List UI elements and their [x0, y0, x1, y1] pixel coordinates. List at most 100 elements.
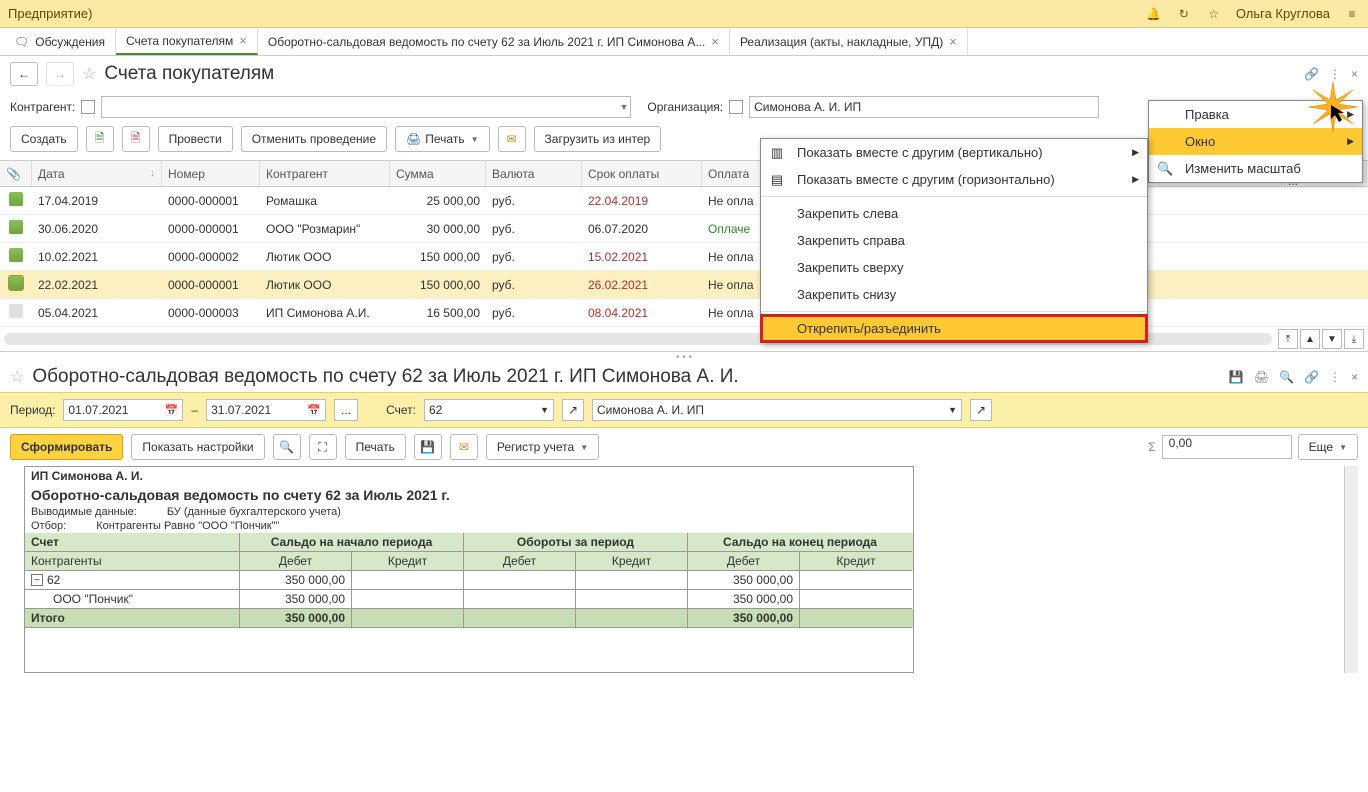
tab-osv[interactable]: Оборотно-сальдовая ведомость по счету 62… — [258, 29, 730, 55]
print-button[interactable]: 🖨 Печать ▼ — [395, 126, 489, 152]
organization-combo[interactable]: Симонова А. И. ИП — [749, 96, 1099, 118]
print-report-button[interactable]: Печать — [345, 434, 406, 460]
menu-dock-top[interactable]: Закрепить сверху — [761, 254, 1147, 281]
org-input[interactable]: Симонова А. И. ИП ▼ — [592, 399, 962, 421]
organization-checkbox[interactable] — [729, 100, 743, 114]
col-counterparty[interactable]: Контрагент — [260, 161, 390, 186]
counterparty-checkbox[interactable] — [81, 100, 95, 114]
save-icon[interactable]: 💾 — [1229, 370, 1244, 384]
calendar-icon[interactable]: 📅 — [165, 404, 179, 417]
report-row-ponchik[interactable]: ООО "Пончик" 350 000,00 350 000,00 — [25, 590, 913, 609]
close-icon[interactable]: × — [1351, 67, 1358, 81]
period-to-input[interactable]: 31.07.2021 📅 — [206, 399, 326, 421]
table-row[interactable]: 30.06.20200000-000001ООО "Розмарин"30 00… — [0, 215, 1368, 243]
menu-dock-right[interactable]: Закрепить справа — [761, 227, 1147, 254]
menu-zoom[interactable]: 🔍Изменить масштаб — [1149, 155, 1362, 182]
grid-nav-first[interactable]: ⤒ — [1278, 329, 1298, 349]
unpost-button[interactable]: Отменить проведение — [241, 126, 387, 152]
col-date[interactable]: Дата↓ — [32, 161, 162, 186]
menu-undock[interactable]: Открепить/разъединить — [761, 315, 1147, 342]
tab-discussions[interactable]: 🗨 Обсуждения — [4, 29, 116, 55]
close-icon[interactable]: × — [711, 34, 719, 49]
period-picker-button[interactable]: ... — [334, 399, 358, 421]
bell-icon[interactable]: 🔔 — [1146, 6, 1162, 22]
copy-button[interactable]: 🗎 — [86, 126, 114, 152]
print-icon[interactable]: 🖨 — [1254, 370, 1269, 384]
delete-button[interactable]: 🗎 — [122, 126, 150, 152]
link-icon[interactable]: 🔗 — [1304, 67, 1319, 81]
menu-show-vertical[interactable]: ▥Показать вместе с другим (вертикально)▶ — [761, 139, 1147, 166]
document-status-icon — [9, 248, 23, 262]
chevron-right-icon: ▶ — [1347, 136, 1354, 147]
vertical-scrollbar[interactable] — [1344, 466, 1358, 673]
menu-show-horizontal[interactable]: ▤Показать вместе с другим (горизонтально… — [761, 166, 1147, 193]
organization-value: Симонова А. И. ИП — [754, 100, 861, 114]
more-vertical-icon[interactable]: ⋮ — [1329, 370, 1341, 384]
report-heading: Оборотно-сальдовая ведомость по счету 62… — [25, 485, 913, 505]
app-title-fragment: Предприятие) — [8, 6, 92, 21]
col-number[interactable]: Номер — [162, 161, 260, 186]
counterparty-label: Контрагент: — [10, 100, 75, 114]
register-button[interactable]: Регистр учета▼ — [486, 434, 599, 460]
search-icon: 🔍 — [279, 440, 294, 454]
post-button[interactable]: Провести — [158, 126, 233, 152]
menu-window[interactable]: Окно▶ — [1149, 128, 1362, 155]
more-vertical-icon[interactable]: ⋮ — [1329, 67, 1341, 81]
col-due[interactable]: Срок оплаты — [582, 161, 702, 186]
org-open-button[interactable]: ↗ — [970, 399, 992, 421]
close-icon[interactable]: × — [1351, 370, 1358, 384]
tab-invoices[interactable]: Счета покупателям × — [116, 29, 258, 55]
panel-splitter[interactable]: • • • — [0, 352, 1368, 362]
close-icon[interactable]: × — [949, 34, 957, 49]
col-sum[interactable]: Сумма — [390, 161, 486, 186]
organization-label: Организация: — [647, 100, 723, 114]
load-button[interactable]: Загрузить из интер — [534, 126, 662, 152]
period-from-input[interactable]: 01.07.2021 📅 — [63, 399, 183, 421]
close-icon[interactable]: × — [239, 33, 247, 48]
more-button[interactable]: Еще▼ — [1298, 434, 1358, 460]
menu-dock-bottom[interactable]: Закрепить снизу — [761, 281, 1147, 308]
calendar-icon[interactable]: 📅 — [307, 404, 321, 417]
forward-button[interactable]: → — [46, 62, 74, 86]
generate-button[interactable]: Сформировать — [10, 434, 123, 460]
find-button[interactable]: 🔍 — [273, 434, 301, 460]
tab-realization[interactable]: Реализация (акты, накладные, УПД) × — [730, 29, 968, 55]
back-button[interactable]: ← — [10, 62, 38, 86]
expand-button[interactable]: ⛶ — [309, 434, 337, 460]
chevron-down-icon: ▼ — [619, 102, 628, 112]
chevron-down-icon: ▼ — [1339, 443, 1347, 452]
table-row[interactable]: 17.04.20190000-000001Ромашка25 000,00руб… — [0, 187, 1368, 215]
table-row[interactable]: 05.04.20210000-000003ИП Симонова А.И.16 … — [0, 299, 1368, 327]
counterparty-combo[interactable]: ▼ — [101, 96, 631, 118]
favorite-star-icon[interactable]: ☆ — [82, 64, 96, 84]
col-currency[interactable]: Валюта — [486, 161, 582, 186]
copy-icon: 🗎 — [95, 129, 105, 150]
email-button[interactable]: ✉ — [498, 126, 526, 152]
grid-nav-down[interactable]: ▼ — [1322, 329, 1342, 349]
account-input[interactable]: 62 ▼ — [424, 399, 554, 421]
table-row[interactable]: 10.02.20210000-000002Лютик ООО150 000,00… — [0, 243, 1368, 271]
star-icon[interactable]: ☆ — [1206, 6, 1222, 22]
email-report-button[interactable]: ✉ — [450, 434, 478, 460]
menu-edit[interactable]: Правка▶ — [1149, 101, 1362, 128]
zoom-icon: 🔍 — [1157, 161, 1173, 177]
grid-nav-up[interactable]: ▲ — [1300, 329, 1320, 349]
account-open-button[interactable]: ↗ — [562, 399, 584, 421]
preview-icon[interactable]: 🔍 — [1279, 370, 1294, 384]
context-menu-window: ▥Показать вместе с другим (вертикально)▶… — [760, 138, 1148, 343]
user-name[interactable]: Ольга Круглова — [1236, 6, 1330, 21]
create-button[interactable]: Создать — [10, 126, 78, 152]
menu-lines-icon[interactable]: ≡ — [1344, 6, 1360, 22]
report-row-62[interactable]: −62 350 000,00 350 000,00 — [25, 571, 913, 590]
link-icon[interactable]: 🔗 — [1304, 370, 1319, 384]
save-report-button[interactable]: 💾 — [414, 434, 442, 460]
sigma-icon: Σ — [1148, 440, 1155, 454]
grid-nav-last[interactable]: ⤓ — [1344, 329, 1364, 349]
col-attachment[interactable]: 📎 — [0, 161, 32, 186]
favorite-star-icon[interactable]: ☆ — [10, 367, 24, 387]
collapse-icon[interactable]: − — [31, 574, 43, 586]
menu-dock-left[interactable]: Закрепить слева — [761, 200, 1147, 227]
table-row[interactable]: 22.02.20210000-000001Лютик ООО150 000,00… — [0, 271, 1368, 299]
show-settings-button[interactable]: Показать настройки — [131, 434, 264, 460]
history-icon[interactable]: ↻ — [1176, 6, 1192, 22]
